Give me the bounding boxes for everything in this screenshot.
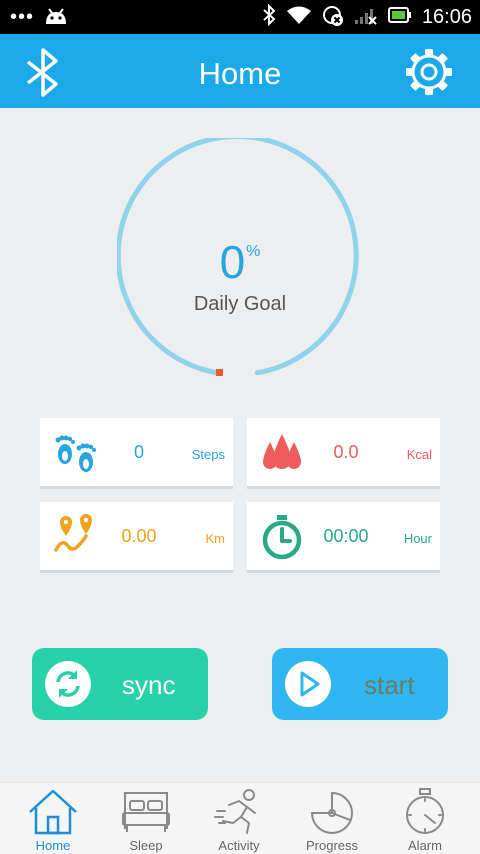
stopwatch-icon [406,788,444,834]
tab-home-label: Home [35,838,71,853]
gear-icon [406,49,452,95]
alarm-off-icon [322,4,344,31]
status-bar: ••• 16:06 [0,0,480,34]
footprints-icon [55,435,96,472]
km-unit: Km [205,531,226,546]
app-bar: Home [0,34,480,108]
flame-drops-icon [263,434,301,469]
play-icon [285,661,331,707]
km-value: 0.00 [121,526,157,546]
bluetooth-status-icon [262,3,276,31]
steps-unit: Steps [191,447,225,462]
tab-progress[interactable]: Progress [284,783,380,854]
tab-sleep[interactable]: Sleep [98,783,194,854]
goal-percent-unit: % [246,243,261,260]
tab-sleep-label: Sleep [129,838,163,853]
tab-alarm[interactable]: Alarm [377,783,473,854]
wifi-icon [286,5,312,30]
steps-card[interactable]: 0 Steps [40,418,233,486]
battery-icon [387,6,412,28]
start-button[interactable]: start [272,648,448,720]
notification-dots: ••• [10,6,35,28]
goal-percentage: 0% [0,235,480,289]
goal-ring-progress-marker [216,369,223,376]
sync-button[interactable]: sync [32,648,208,720]
settings-button[interactable] [402,46,456,98]
start-label: start [364,670,415,700]
calories-card[interactable]: 0.0 Kcal [247,418,440,486]
tab-activity-label: Activity [218,838,260,853]
goal-percent-value: 0 [219,236,246,288]
runner-icon [214,789,256,834]
kcal-value: 0.0 [333,442,359,462]
home-icon [29,789,77,835]
android-icon [44,7,68,30]
duration-card[interactable]: 00:00 Hour [247,502,440,570]
sync-icon [45,661,91,707]
steps-value: 0 [133,442,144,462]
distance-card[interactable]: 0.00 Km [40,502,233,570]
bottom-tab-bar: Home Sleep Activity Progress Alarm [0,782,480,854]
hour-value: 00:00 [323,526,369,546]
bed-icon [122,792,170,832]
signal-icon [354,5,378,30]
kcal-unit: Kcal [406,447,432,462]
route-icon [54,514,92,552]
clock: 16:06 [421,5,472,28]
pie-chart-icon [310,791,353,834]
hour-unit: Hour [403,531,432,546]
daily-goal-label: Daily Goal [193,293,287,315]
sync-label: sync [122,670,176,700]
tab-progress-label: Progress [305,838,359,853]
tab-activity[interactable]: Activity [191,783,287,854]
tab-home[interactable]: Home [5,783,101,854]
stopwatch-icon [262,515,302,560]
tab-alarm-label: Alarm [408,838,442,853]
